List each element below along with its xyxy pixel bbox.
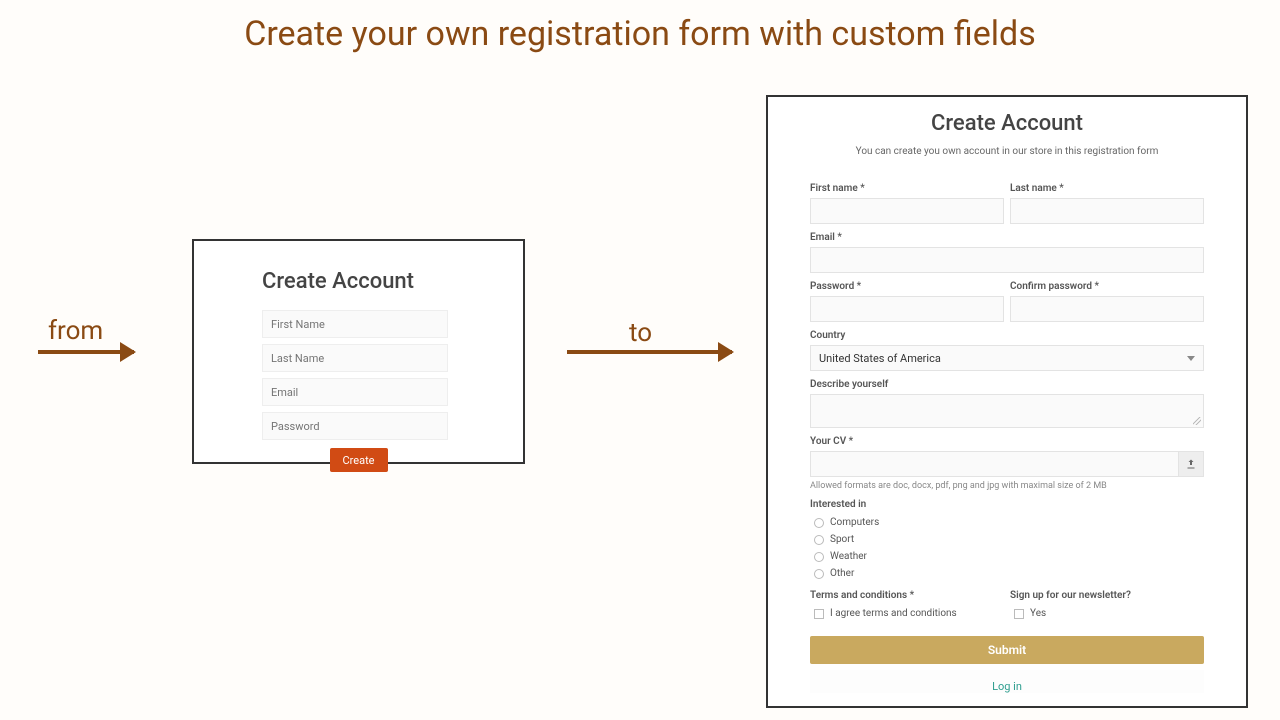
upload-icon — [1185, 458, 1197, 470]
first-name-label: First name * — [810, 183, 1004, 194]
create-button[interactable]: Create — [330, 448, 388, 472]
cv-file-field[interactable] — [810, 451, 1178, 477]
arrow-to-icon — [567, 350, 732, 354]
newsletter-text: Yes — [1030, 608, 1046, 619]
terms-checkbox[interactable]: I agree terms and conditions — [810, 605, 1004, 622]
first-name-field[interactable] — [810, 198, 1004, 224]
interest-label: Computers — [830, 517, 879, 528]
email-field[interactable] — [810, 247, 1204, 273]
terms-text: I agree terms and conditions — [830, 608, 957, 619]
country-value: United States of America — [819, 352, 941, 365]
password-input[interactable] — [262, 412, 448, 440]
checkbox-icon — [814, 609, 824, 619]
custom-form-card: Create Account You can create you own ac… — [766, 95, 1248, 708]
describe-textarea[interactable] — [810, 394, 1204, 428]
interested-label: Interested in — [810, 499, 1204, 510]
email-input[interactable] — [262, 378, 448, 406]
newsletter-label: Sign up for our newsletter? — [1010, 590, 1204, 601]
custom-form-subtitle: You can create you own account in our st… — [810, 146, 1204, 157]
first-name-input[interactable] — [262, 310, 448, 338]
confirm-password-field[interactable] — [1010, 296, 1204, 322]
password-field[interactable] — [810, 296, 1004, 322]
simple-form-heading: Create Account — [262, 269, 455, 294]
radio-icon — [814, 535, 824, 545]
annotation-from: from — [48, 316, 103, 346]
interest-option[interactable]: Computers — [810, 514, 1204, 531]
last-name-field[interactable] — [1010, 198, 1204, 224]
confirm-password-label: Confirm password * — [1010, 281, 1204, 292]
last-name-input[interactable] — [262, 344, 448, 372]
submit-button[interactable]: Submit — [810, 636, 1204, 664]
login-link[interactable]: Log in — [810, 670, 1204, 693]
email-label: Email * — [810, 232, 1204, 243]
annotation-to: to — [629, 318, 652, 348]
checkbox-icon — [1014, 609, 1024, 619]
interest-option[interactable]: Sport — [810, 531, 1204, 548]
page-title: Create your own registration form with c… — [0, 0, 1280, 54]
simple-form-card: Create Account Create — [192, 239, 525, 464]
describe-label: Describe yourself — [810, 379, 1204, 390]
last-name-label: Last name * — [1010, 183, 1204, 194]
newsletter-checkbox[interactable]: Yes — [1010, 605, 1204, 622]
country-label: Country — [810, 330, 1204, 341]
interest-label: Weather — [830, 551, 867, 562]
custom-form-heading: Create Account — [810, 111, 1204, 136]
radio-icon — [814, 569, 824, 579]
arrow-from-icon — [38, 350, 134, 354]
interest-option[interactable]: Other — [810, 565, 1204, 582]
radio-icon — [814, 518, 824, 528]
password-label: Password * — [810, 281, 1004, 292]
interests-group: Computers Sport Weather Other — [810, 514, 1204, 582]
country-select[interactable]: United States of America — [810, 345, 1204, 371]
interest-option[interactable]: Weather — [810, 548, 1204, 565]
interest-label: Sport — [830, 534, 854, 545]
cv-label: Your CV * — [810, 436, 1204, 447]
chevron-down-icon — [1187, 356, 1195, 361]
upload-button[interactable] — [1178, 451, 1204, 477]
terms-label: Terms and conditions * — [810, 590, 1004, 601]
cv-hint: Allowed formats are doc, docx, pdf, png … — [810, 481, 1204, 491]
interest-label: Other — [830, 568, 854, 579]
radio-icon — [814, 552, 824, 562]
